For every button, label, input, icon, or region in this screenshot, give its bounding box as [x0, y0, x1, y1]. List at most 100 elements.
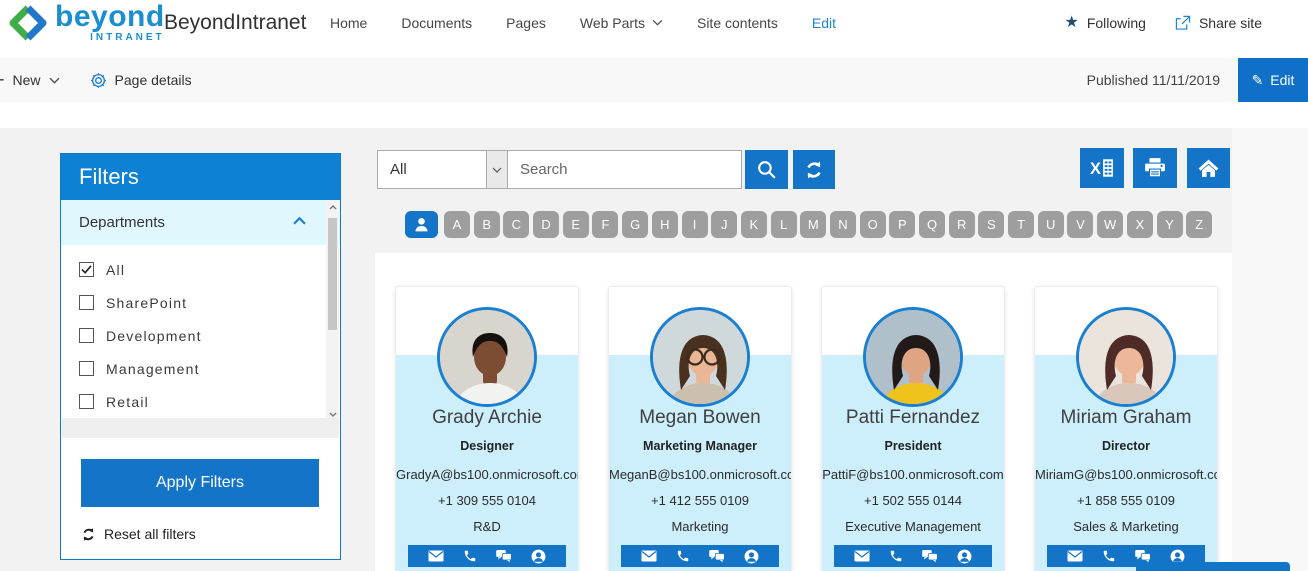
alphabet-letter-button[interactable]: L — [771, 211, 797, 238]
alphabet-letter-button[interactable]: Q — [919, 211, 945, 238]
alphabet-letter-button[interactable]: B — [474, 211, 500, 238]
nav-item[interactable]: Site contents — [697, 15, 778, 31]
checkbox-icon[interactable] — [79, 361, 94, 376]
avatar-photo — [653, 310, 747, 407]
profile-icon[interactable] — [744, 549, 759, 564]
alphabet-letter-button[interactable]: J — [711, 211, 737, 238]
employee-card[interactable]: Megan Bowen Marketing Manager MeganB@bs1… — [608, 286, 792, 571]
search-scope-dropdown[interactable]: All — [377, 150, 508, 189]
alphabet-letter-button[interactable]: S — [978, 211, 1004, 238]
alphabet-letter-button[interactable]: N — [830, 211, 856, 238]
scroll-up-icon[interactable] — [326, 200, 339, 214]
all-people-filter-button[interactable] — [405, 211, 438, 238]
alphabet-letter-button[interactable]: D — [533, 211, 559, 238]
alphabet-letter-button[interactable]: A — [444, 211, 470, 238]
nav-menu: Home Documents Pages Web Parts Site cont… — [330, 0, 836, 45]
print-button[interactable] — [1133, 148, 1177, 188]
nav-item-label: Edit — [812, 15, 836, 31]
chat-icon[interactable] — [1135, 550, 1151, 563]
alphabet-letter-button[interactable]: H — [652, 211, 678, 238]
employee-card[interactable]: Miriam Graham Director MiriamG@bs100.onm… — [1034, 286, 1218, 571]
nav-item[interactable]: Pages — [506, 15, 546, 31]
alphabet-letter-button[interactable]: R — [949, 211, 975, 238]
company-logo[interactable]: beyond INTRANET — [8, 2, 165, 43]
alphabet-letter-button[interactable]: G — [622, 211, 648, 238]
search-input[interactable] — [507, 150, 742, 189]
departments-label: Departments — [79, 214, 165, 231]
alphabet-letter-button[interactable]: W — [1097, 211, 1123, 238]
nav-item[interactable]: Web Parts — [580, 15, 663, 31]
alphabet-letter-button[interactable]: F — [592, 211, 618, 238]
alphabet-letter-button[interactable]: M — [800, 211, 826, 238]
nav-item[interactable]: Edit — [812, 15, 836, 31]
email-icon[interactable] — [641, 550, 657, 562]
alphabet-letter-button[interactable]: U — [1038, 211, 1064, 238]
alphabet-letter-button[interactable]: Z — [1186, 211, 1212, 238]
profile-icon[interactable] — [531, 549, 546, 564]
email-icon[interactable] — [428, 550, 444, 562]
site-title[interactable]: BeyondIntranet — [164, 11, 306, 35]
following-button[interactable]: ★ Following — [1064, 15, 1145, 31]
excel-export-button[interactable]: X — [1080, 148, 1124, 188]
alphabet-letter-button[interactable]: O — [860, 211, 886, 238]
command-bar-left: + New Page details — [0, 58, 192, 102]
chat-icon[interactable] — [496, 550, 512, 563]
email-icon[interactable] — [854, 550, 870, 562]
employee-card[interactable]: Patti Fernandez President PattiF@bs100.o… — [821, 286, 1005, 571]
alphabet-letter-button[interactable]: Y — [1157, 211, 1183, 238]
scrollbar-thumb[interactable] — [328, 218, 337, 330]
department-checkbox-option[interactable]: All — [61, 253, 340, 286]
reset-filters-button[interactable]: Reset all filters — [81, 526, 196, 542]
alphabet-letter-button[interactable]: C — [503, 211, 529, 238]
employee-department: R&D — [396, 519, 578, 534]
department-checkbox-option[interactable]: SharePoint — [61, 286, 340, 319]
phone-icon[interactable] — [889, 549, 903, 563]
edit-page-button[interactable]: ✎ Edit — [1238, 58, 1308, 102]
refresh-button[interactable] — [793, 150, 835, 189]
search-button[interactable] — [745, 150, 788, 189]
command-bar: + New Page details Published 11/11/2019 — [0, 58, 1308, 102]
share-site-button[interactable]: Share site — [1174, 15, 1262, 31]
phone-icon[interactable] — [463, 549, 477, 563]
filters-scrollbar[interactable] — [326, 200, 339, 421]
employee-card[interactable]: Grady Archie Designer GradyA@bs100.onmic… — [395, 286, 579, 571]
home-button[interactable] — [1187, 148, 1230, 188]
checkbox-icon[interactable] — [79, 394, 94, 409]
profile-icon[interactable] — [957, 549, 972, 564]
employee-email[interactable]: MiriamG@bs100.onmicrosoft.com — [1035, 467, 1217, 482]
page-details-button[interactable]: Page details — [90, 72, 192, 89]
nav-item[interactable]: Home — [330, 15, 367, 31]
chat-icon[interactable] — [709, 550, 725, 563]
checkbox-icon[interactable] — [79, 328, 94, 343]
employee-phone: +1 858 555 0109 — [1035, 493, 1217, 508]
alphabet-letter-button[interactable]: P — [889, 211, 915, 238]
pencil-icon: ✎ — [1252, 73, 1264, 87]
phone-icon[interactable] — [676, 549, 690, 563]
checkbox-icon[interactable] — [79, 295, 94, 310]
alphabet-letter-button[interactable]: X — [1127, 211, 1153, 238]
employee-email[interactable]: GradyA@bs100.onmicrosoft.com — [396, 467, 578, 482]
alphabet-letter-button[interactable]: V — [1067, 211, 1093, 238]
employee-department: Marketing — [609, 519, 791, 534]
alphabet-letter-button[interactable]: E — [563, 211, 589, 238]
department-checkbox-option[interactable]: Retail — [61, 385, 340, 418]
new-button[interactable]: + New — [0, 70, 60, 91]
departments-section-header[interactable]: Departments — [61, 200, 340, 245]
alphabet-letter-button[interactable]: K — [741, 211, 767, 238]
phone-icon[interactable] — [1102, 549, 1116, 563]
department-checkbox-option[interactable]: Development — [61, 319, 340, 352]
results-panel: Grady Archie Designer GradyA@bs100.onmic… — [375, 253, 1232, 571]
checkbox-icon[interactable] — [79, 262, 94, 277]
department-checkbox-option[interactable]: Management — [61, 352, 340, 385]
employee-email[interactable]: PattiF@bs100.onmicrosoft.com — [822, 467, 1004, 482]
alphabet-letter-button[interactable]: I — [682, 211, 708, 238]
email-icon[interactable] — [1067, 550, 1083, 562]
employee-email[interactable]: MeganB@bs100.onmicrosoft.com — [609, 467, 791, 482]
chat-icon[interactable] — [922, 550, 938, 563]
nav-item[interactable]: Documents — [401, 15, 472, 31]
filters-panel: Filters Departments All SharePoint Devel… — [60, 153, 341, 560]
share-icon — [1174, 15, 1191, 30]
alphabet-letter-button[interactable]: T — [1008, 211, 1034, 238]
apply-filters-button[interactable]: Apply Filters — [81, 459, 319, 507]
employee-cards: Grady Archie Designer GradyA@bs100.onmic… — [375, 253, 1232, 571]
